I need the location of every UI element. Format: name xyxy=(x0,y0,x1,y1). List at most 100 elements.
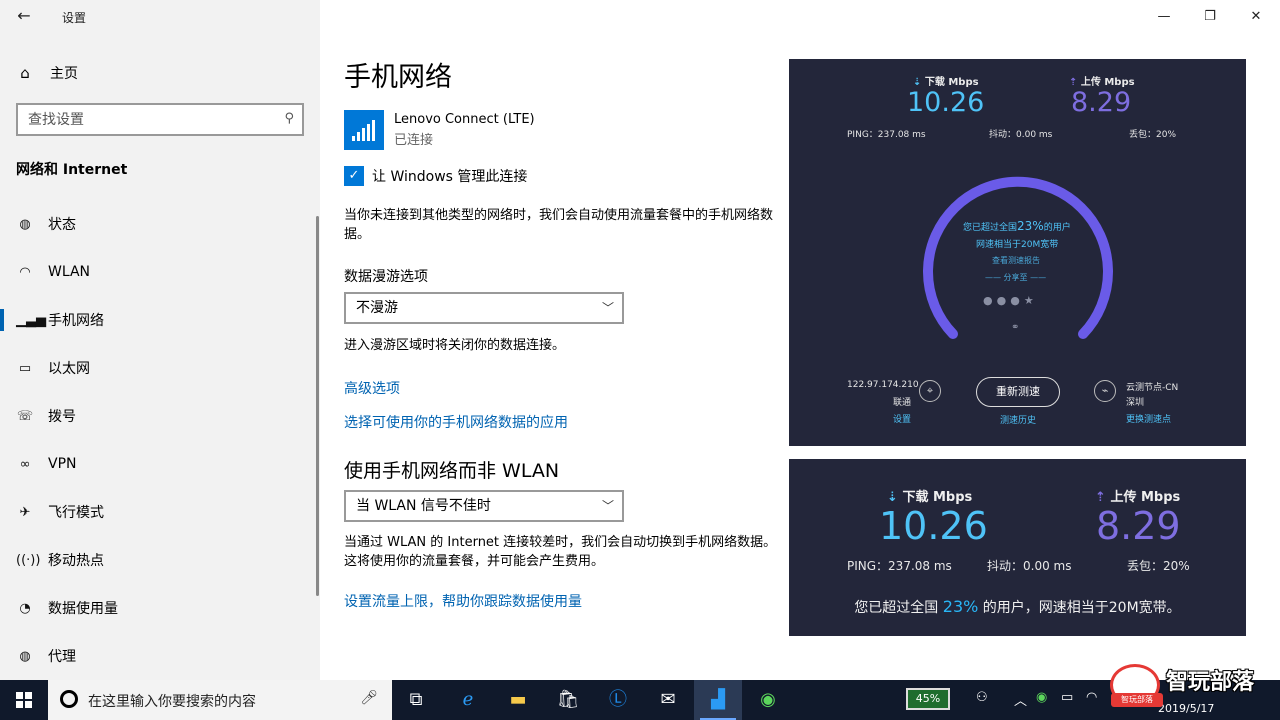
battery-tray-icon[interactable]: ▭ xyxy=(1061,690,1073,705)
gauge-bandwidth-text: 网速相当于20M宽带 xyxy=(976,240,1059,250)
speed-summary: 您已超过全国 23% 的用户，网速相当于20M宽带。 xyxy=(854,597,1181,616)
taskbar-search-text: 在这里输入你要搜索的内容 xyxy=(88,694,256,710)
sidebar-item-airplane[interactable]: ✈ 飞行模式 xyxy=(0,488,320,536)
ping-stat: PING：237.08 ms xyxy=(847,559,952,573)
network-tray-icon[interactable]: ◠ xyxy=(1086,690,1097,705)
chevron-up-icon[interactable]: ︿ xyxy=(1014,690,1027,709)
ip-address: 122.97.174.210 xyxy=(847,380,919,390)
proxy-globe-icon: ◍ xyxy=(19,648,31,664)
sidebar-item-label: 拨号 xyxy=(48,409,76,425)
prefer-cellular-dropdown[interactable]: 当 WLAN 信号不佳时 ﹀ xyxy=(344,490,624,522)
close-button[interactable]: ✕ xyxy=(1233,4,1279,30)
start-button[interactable] xyxy=(0,680,48,720)
back-button[interactable]: ← xyxy=(10,6,38,28)
upload-value: 8.29 xyxy=(1096,504,1181,548)
microphone-icon[interactable]: 🎤︎ xyxy=(360,690,378,706)
ethernet-icon: ▭ xyxy=(18,360,32,376)
wechat-tray-icon[interactable]: ◉ xyxy=(1036,690,1047,705)
search-icon[interactable]: ⚲ xyxy=(284,111,294,126)
restore-button[interactable]: ❐ xyxy=(1187,4,1233,30)
mail-icon[interactable]: ✉ xyxy=(644,680,692,720)
sidebar-home-label: 主页 xyxy=(50,66,78,82)
sidebar-item-cellular[interactable]: ▁▃▅ 手机网络 xyxy=(0,296,320,344)
sidebar-item-status[interactable]: ◍ 状态 xyxy=(0,200,320,248)
sidebar-item-label: 移动热点 xyxy=(48,553,104,569)
store-icon[interactable]: 🛍︎ xyxy=(544,680,592,720)
test-city: 深圳 xyxy=(1126,398,1145,408)
download-label: ⇣ 下载 Mbps xyxy=(887,490,973,505)
settings-search-box[interactable]: ⚲ xyxy=(16,103,304,136)
loss-stat: 丢包：20% xyxy=(1129,130,1177,140)
favorite-icon[interactable]: ★ xyxy=(1024,294,1038,307)
vpn-icon: ∞ xyxy=(19,456,31,472)
connection-card[interactable]: Lenovo Connect (LTE) 已连接 xyxy=(344,110,535,150)
sidebar-item-label: VPN xyxy=(48,456,77,472)
choose-apps-link[interactable]: 选择可使用你的手机网络数据的应用 xyxy=(344,412,568,432)
edge-browser-icon[interactable]: ℯ xyxy=(444,680,492,720)
jitter-stat: 抖动：0.00 ms xyxy=(989,130,1053,140)
battery-indicator[interactable]: 45% xyxy=(906,688,950,710)
weibo-icon[interactable]: ● xyxy=(997,294,1011,307)
taskbar-search-box[interactable]: 在这里输入你要搜索的内容 🎤︎ xyxy=(48,680,392,720)
sidebar-item-label: 以太网 xyxy=(48,361,90,377)
chevron-down-icon: ﹀ xyxy=(601,301,614,315)
roaming-dropdown[interactable]: 不漫游 ﹀ xyxy=(344,292,624,324)
page-title: 手机网络 xyxy=(344,62,452,93)
jitter-stat: 抖动：0.00 ms xyxy=(987,559,1072,573)
lenovo-app-icon[interactable]: Ⓛ xyxy=(594,680,642,720)
share-divider: —— 分享至 —— xyxy=(985,273,1047,282)
sidebar-item-label: 飞行模式 xyxy=(48,505,104,521)
manage-connection-label: 让 Windows 管理此连接 xyxy=(372,169,528,185)
sidebar-item-proxy[interactable]: ◍ 代理 xyxy=(0,632,320,680)
data-limit-link[interactable]: 设置流量上限，帮助你跟踪数据使用量 xyxy=(344,591,582,611)
cellular-app-icon[interactable]: ▟ xyxy=(694,680,742,720)
file-explorer-icon[interactable]: ▬ xyxy=(494,680,542,720)
watermark-logo: 智玩部落 xyxy=(1110,664,1163,707)
chevron-down-icon: ﹀ xyxy=(601,499,614,513)
qq-icon[interactable]: ● xyxy=(1010,294,1024,307)
advanced-options-link[interactable]: 高级选项 xyxy=(344,378,400,398)
download-arrow-icon: ⇣ xyxy=(887,490,898,505)
isp-name: 联通 xyxy=(893,398,912,408)
sidebar-item-dialup[interactable]: ☏ 拨号 xyxy=(0,392,320,440)
satellite-icon: ⌁ xyxy=(1094,380,1116,402)
sidebar-item-data-usage[interactable]: ◔ 数据使用量 xyxy=(0,584,320,632)
sidebar-section-title: 网络和 Internet xyxy=(16,162,128,178)
ip-settings-link[interactable]: 设置 xyxy=(893,412,911,425)
windows-logo-icon xyxy=(16,692,32,708)
sidebar-home[interactable]: ⌂ 主页 xyxy=(16,62,78,84)
cortana-icon[interactable] xyxy=(60,690,78,708)
prefer-cellular-desc: 当通过 WLAN 的 Internet 连接较差时，我们会自动切换到手机网络数据… xyxy=(344,535,777,569)
location-icon: ⌖ xyxy=(919,380,941,402)
manage-connection-checkbox[interactable]: ✓ xyxy=(344,166,364,186)
sidebar-scrollbar[interactable] xyxy=(316,216,319,596)
sidebar-item-label: 状态 xyxy=(48,217,76,233)
minimize-button[interactable]: — xyxy=(1141,4,1187,30)
wechat-icon[interactable]: ● xyxy=(983,294,997,307)
upload-value: 8.29 xyxy=(1071,87,1132,118)
change-node-link[interactable]: 更换测速点 xyxy=(1126,412,1171,425)
wechat-icon[interactable]: ◉ xyxy=(744,680,792,720)
sidebar-item-hotspot[interactable]: ((·)) 移动热点 xyxy=(0,536,320,584)
sidebar-item-wlan[interactable]: ◠ WLAN xyxy=(0,248,320,296)
globe-icon: ◍ xyxy=(19,216,31,232)
speedtest-panel: ⇣ 下载 Mbps ⇡ 上传 Mbps 10.26 8.29 PING：237.… xyxy=(789,59,1246,446)
sidebar-item-label: 数据使用量 xyxy=(48,601,118,617)
upload-label: ⇡ 上传 Mbps xyxy=(1095,490,1181,505)
sidebar-item-vpn[interactable]: ∞ VPN xyxy=(0,440,320,488)
link-icon[interactable]: ⚭ xyxy=(1011,322,1019,333)
view-report-link[interactable]: 查看测速报告 xyxy=(992,255,1040,266)
sidebar-item-ethernet[interactable]: ▭ 以太网 xyxy=(0,344,320,392)
manage-connection-checkbox-row[interactable]: ✓ 让 Windows 管理此连接 xyxy=(344,166,527,186)
download-value: 10.26 xyxy=(879,504,988,548)
retest-button[interactable]: 重新测速 xyxy=(976,377,1060,407)
task-view-icon[interactable]: ⧉ xyxy=(392,680,440,720)
history-link[interactable]: 测速历史 xyxy=(1000,413,1036,426)
connection-text: Lenovo Connect (LTE) 已连接 xyxy=(394,110,535,150)
roaming-value: 不漫游 xyxy=(356,300,398,316)
people-icon[interactable]: ⚇ xyxy=(976,690,988,705)
speedtest-summary-panel: ⇣ 下载 Mbps ⇡ 上传 Mbps 10.26 8.29 PING：237.… xyxy=(789,459,1246,636)
settings-search-input[interactable] xyxy=(18,105,268,134)
upload-arrow-icon: ⇡ xyxy=(1095,490,1106,505)
taskbar-clock[interactable]: 2019/5/17 xyxy=(1158,702,1214,715)
